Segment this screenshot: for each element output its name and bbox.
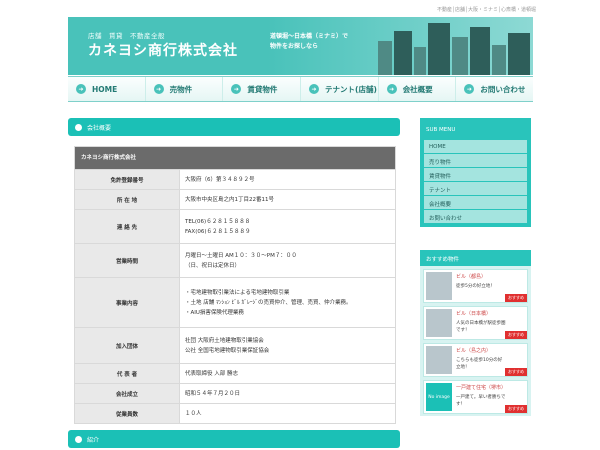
- sub-menu-item-company[interactable]: 会社概要: [424, 196, 527, 209]
- table-row: 従業員数 １０人: [74, 403, 396, 424]
- nav-company[interactable]: ➜ 会社概要: [378, 77, 456, 101]
- row-label: 会社成立: [74, 383, 180, 404]
- top-breadcrumb: 不動産│店舗│大阪・ミナミ│心斎橋・道頓堀: [436, 7, 536, 13]
- recommended-item[interactable]: No image 一戸建て住宅（堺市） 一戸建て。早い者勝ちです！ おすすめ: [423, 380, 528, 414]
- arrow-right-icon: ➜: [464, 84, 475, 94]
- rec-title[interactable]: ビル（島之内）: [456, 347, 491, 354]
- bullet-icon: [75, 435, 82, 443]
- nav-label: テナント(店舗): [325, 84, 377, 94]
- row-value: ・宅地建物取引業法による宅地建物取引業・土地 店舗 ﾏﾝｼｮﾝ ﾋﾞﾙ ｶﾞﾚｰ…: [179, 277, 396, 328]
- row-value: 月曜日～土曜日 AM１０：３０～PM７：００ （日、祝日は定休日）: [179, 243, 396, 278]
- bullet-icon: [75, 123, 82, 131]
- row-label: 加入団体: [74, 327, 180, 364]
- phone-number[interactable]: TEL(06)６２８１５８８８: [185, 217, 390, 227]
- nav-home[interactable]: ➜ HOME: [68, 77, 145, 101]
- row-value: TEL(06)６２８１５８８８ FAX(06)６２８１５８８９: [179, 209, 396, 244]
- row-label: 事業内容: [74, 277, 180, 328]
- nav-label: 賃貸物件: [247, 84, 278, 94]
- row-value: 大阪市中央区島之内1丁目22番11号: [179, 189, 396, 210]
- sub-menu-item-home[interactable]: HOME: [424, 140, 527, 153]
- property-photo: [426, 272, 452, 300]
- nav-label: HOME: [92, 84, 118, 94]
- rec-badge: おすすめ: [505, 405, 527, 413]
- table-row: 事業内容 ・宅地建物取引業法による宅地建物取引業・土地 店舗 ﾏﾝｼｮﾝ ﾋﾞﾙ …: [74, 277, 396, 328]
- fax-number: FAX(06)６２８１５８８９: [185, 228, 251, 235]
- rec-title[interactable]: 一戸建て住宅（堺市）: [456, 384, 506, 391]
- nav-rental[interactable]: ➜ 賃貸物件: [223, 77, 301, 101]
- table-row: 代 表 者代表取締役 入部 勝志: [74, 363, 396, 384]
- table-row: 所 在 地大阪市中央区島之内1丁目22番11号: [74, 189, 396, 210]
- row-label: 営業時間: [74, 243, 180, 278]
- table-row: 連 絡 先 TEL(06)６２８１５８８８ FAX(06)６２８１５８８９: [74, 209, 396, 244]
- association-line: 公社 全国宅地建物取引業保証協会: [185, 347, 270, 354]
- rec-desc: 徒歩5分の好立地！: [456, 284, 495, 289]
- property-photo: [426, 346, 452, 374]
- rec-desc: 人気の日本橋が駅徒歩圏です！: [456, 321, 506, 333]
- global-nav: ➜ HOME ➜ 売物件 ➜ 賃貸物件 ➜ テナント(店舗) ➜ 会社概要 ➜ お問い合わせ: [68, 76, 534, 102]
- recommended-item[interactable]: ビル（島之内） こちらも徒歩10分の好立地！ おすすめ: [423, 343, 528, 377]
- hours-note: （日、祝日は定休日）: [185, 262, 241, 269]
- rec-title[interactable]: ビル（都島）: [456, 273, 486, 280]
- header-catchphrase: 道頓堀～日本橋（ミナミ）で 物件をお探しなら: [270, 32, 390, 52]
- section-heading-company: 会社概要: [68, 118, 400, 136]
- business-line: ・土地 店舗 ﾏﾝｼｮﾝ ﾋﾞﾙ ｶﾞﾚｰｼﾞの売買仲介、管理、売買、仲介業務。: [185, 299, 352, 306]
- business-line: ・宅地建物取引業法による宅地建物取引業: [185, 289, 290, 296]
- row-label: 代 表 者: [74, 363, 180, 384]
- sub-menu: SUB MENU HOME 売り物件 賃貸物件 テナント 会社概要 お問い合わせ: [420, 118, 531, 227]
- recommended-list: ビル（都島） 徒歩5分の好立地！ おすすめ ビル（日本橋） 人気の日本橋が駅徒歩圏です…: [420, 266, 531, 416]
- table-row: 会社成立 昭和５４年７月２０日: [74, 383, 396, 404]
- no-image-placeholder: No image: [426, 383, 452, 411]
- section-heading-label: 会社概要: [87, 124, 112, 132]
- table-row: 加入団体 社団 大阪府土地建物取引業協会 公社 全国宅地建物取引業保証協会: [74, 327, 396, 364]
- table-row: 営業時間 月曜日～土曜日 AM１０：３０～PM７：００ （日、祝日は定休日）: [74, 243, 396, 278]
- sub-menu-item-rental[interactable]: 賃貸物件: [424, 168, 527, 181]
- arrow-right-icon: ➜: [386, 84, 397, 94]
- row-value: 大阪府（6）第３４８９２号: [179, 169, 396, 190]
- nav-label: お問い合わせ: [480, 84, 526, 94]
- section-heading-intro: 紹介: [68, 430, 400, 448]
- company-logo-text[interactable]: カネヨシ商行株式会社: [88, 40, 238, 60]
- arrow-right-icon: ➜: [231, 84, 242, 94]
- association-line: 社団 大阪府土地建物取引業協会: [185, 337, 264, 344]
- row-value: 社団 大阪府土地建物取引業協会 公社 全国宅地建物取引業保証協会: [179, 327, 396, 364]
- nav-label: 会社概要: [402, 84, 433, 94]
- arrow-right-icon: ➜: [76, 84, 86, 94]
- nav-label: 売物件: [169, 84, 193, 94]
- catch-line-1: 道頓堀～日本橋（ミナミ）で: [270, 33, 349, 40]
- hours-line: 月曜日～土曜日 AM１０：３０～PM７：００: [185, 252, 297, 259]
- row-label: 従業員数: [74, 403, 180, 424]
- recommended-item[interactable]: ビル（都島） 徒歩5分の好立地！ おすすめ: [423, 269, 528, 303]
- rec-desc: こちらも徒歩10分の好立地！: [456, 358, 503, 370]
- arrow-right-icon: ➜: [309, 84, 320, 94]
- rec-badge: おすすめ: [505, 294, 527, 302]
- sub-menu-heading: SUB MENU: [426, 127, 456, 133]
- nav-contact[interactable]: ➜ お問い合わせ: [456, 77, 534, 101]
- row-value: 代表取締役 入部 勝志: [179, 363, 396, 384]
- rec-badge: おすすめ: [505, 368, 527, 376]
- business-line: ・AIU損害保険代理業務: [185, 309, 244, 316]
- row-value: 昭和５４年７月２０日: [179, 383, 396, 404]
- rec-badge: おすすめ: [505, 331, 527, 339]
- arrow-right-icon: ➜: [153, 84, 164, 94]
- property-photo: [426, 309, 452, 337]
- recommended-item[interactable]: ビル（日本橋） 人気の日本橋が駅徒歩圏です！ おすすめ: [423, 306, 528, 340]
- row-value: １０人: [179, 403, 396, 424]
- rec-title[interactable]: ビル（日本橋）: [456, 310, 491, 317]
- nav-sale[interactable]: ➜ 売物件: [145, 77, 223, 101]
- rec-desc: 一戸建て。早い者勝ちです！: [456, 395, 506, 407]
- row-label: 所 在 地: [74, 189, 180, 210]
- table-caption: カネヨシ商行株式会社: [74, 146, 396, 170]
- recommended-heading: おすすめ物件: [420, 250, 531, 266]
- sub-menu-item-sale[interactable]: 売り物件: [424, 154, 527, 167]
- sub-menu-item-contact[interactable]: お問い合わせ: [424, 210, 527, 223]
- table-row: 免許登録番号 大阪府（6）第３４８９２号: [74, 169, 396, 190]
- nav-tenant[interactable]: ➜ テナント(店舗): [301, 77, 378, 101]
- sub-menu-item-tenant[interactable]: テナント: [424, 182, 527, 195]
- company-profile-table: カネヨシ商行株式会社 免許登録番号 大阪府（6）第３４８９２号 所 在 地大阪市中…: [74, 146, 396, 424]
- row-label: 免許登録番号: [74, 169, 180, 190]
- section-heading-label: 紹介: [87, 436, 100, 444]
- row-label: 連 絡 先: [74, 209, 180, 244]
- catch-line-2: 物件をお探しなら: [270, 43, 319, 50]
- header-tagline: 店舗 賃貸 不動産全般: [88, 32, 165, 40]
